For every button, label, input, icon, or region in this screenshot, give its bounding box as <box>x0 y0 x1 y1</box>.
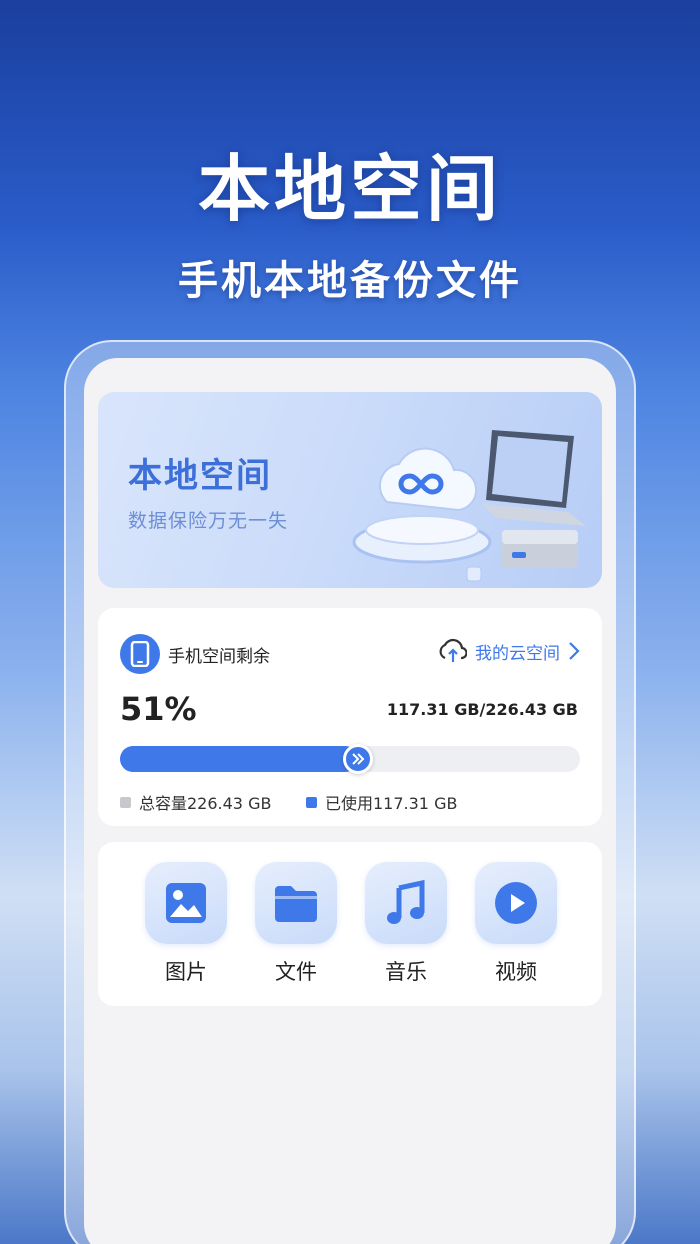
cloud-upload-icon <box>439 638 467 662</box>
category-label: 视频 <box>495 960 537 984</box>
legend-total-label: 总容量226.43 GB <box>139 794 272 813</box>
usage-amount: 117.31 GB/226.43 GB <box>386 700 578 719</box>
folder-icon <box>275 886 317 922</box>
double-chevron-right-icon <box>352 753 365 765</box>
legend-total-swatch <box>120 796 131 808</box>
hero-title: 本地空间 <box>197 147 502 231</box>
category-label: 音乐 <box>385 960 427 984</box>
chevron-right-icon <box>569 642 580 660</box>
image-icon <box>166 883 206 923</box>
usage-percent: 51% <box>120 690 197 728</box>
my-cloud-space-link[interactable]: 我的云空间 <box>437 638 580 664</box>
category-videos[interactable]: 视频 <box>473 862 559 986</box>
cloud-laptop-illustration <box>352 430 586 582</box>
phone-icon <box>120 634 160 674</box>
category-tile <box>365 862 447 944</box>
category-tile <box>255 862 337 944</box>
category-images[interactable]: 图片 <box>143 862 229 986</box>
legend-used-swatch <box>306 796 317 808</box>
category-label: 图片 <box>165 960 207 984</box>
category-tile <box>145 862 227 944</box>
storage-progress-fill <box>120 746 358 772</box>
category-tile <box>475 862 557 944</box>
phone-screen: 本地空间 数据保险万无一失 手机空间剩余 我的云空间 51% 117.31 GB… <box>84 358 616 1244</box>
hero-subtitle: 手机本地备份文件 <box>178 258 522 304</box>
category-music[interactable]: 音乐 <box>363 862 449 986</box>
category-files[interactable]: 文件 <box>253 862 339 986</box>
storage-progress-bar <box>120 744 580 774</box>
banner: 本地空间 数据保险万无一失 <box>98 392 602 588</box>
legend-total: 总容量226.43 GB <box>120 790 271 814</box>
banner-subtitle: 数据保险万无一失 <box>128 510 289 532</box>
play-icon <box>495 882 537 924</box>
legend-used-label: 已使用117.31 GB <box>325 794 458 813</box>
legend-used: 已使用117.31 GB <box>306 790 457 814</box>
storage-card: 手机空间剩余 我的云空间 51% 117.31 GB/226.43 GB 总容量… <box>98 608 602 826</box>
storage-remaining-label: 手机空间剩余 <box>168 647 270 667</box>
categories-card: 图片 文件 音乐 视频 <box>98 842 602 1006</box>
my-cloud-space-label: 我的云空间 <box>475 643 560 664</box>
music-note-icon <box>387 880 425 924</box>
category-label: 文件 <box>275 960 317 984</box>
progress-knob <box>343 744 373 774</box>
banner-title: 本地空间 <box>128 456 272 496</box>
